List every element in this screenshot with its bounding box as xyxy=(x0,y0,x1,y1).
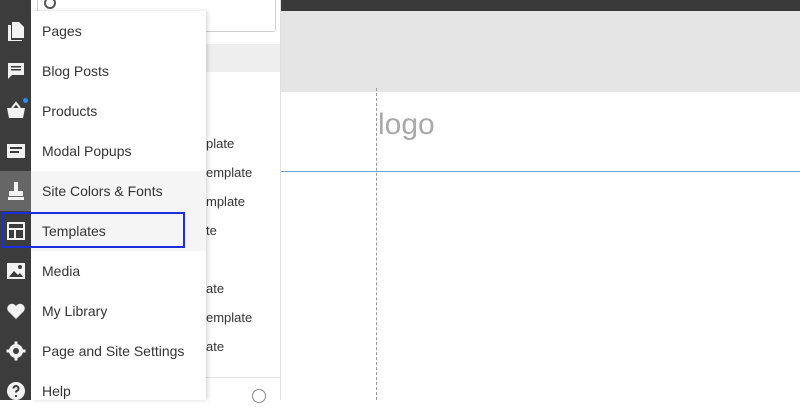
menu-item-site-colors-fonts[interactable]: Site Colors & Fonts xyxy=(31,171,206,211)
template-item[interactable]: emplate xyxy=(206,165,278,180)
menu-item-blog-posts[interactable]: Blog Posts xyxy=(31,51,206,91)
heart-icon[interactable] xyxy=(0,291,31,331)
top-bar xyxy=(280,0,800,11)
menu-item-page-site-settings[interactable]: Page and Site Settings xyxy=(31,331,206,371)
panel-divider xyxy=(206,377,280,378)
media-icon[interactable] xyxy=(0,251,31,291)
pages-icon[interactable] xyxy=(0,11,31,51)
notification-dot xyxy=(23,98,28,103)
logo-placeholder[interactable]: logo xyxy=(378,108,435,142)
template-item[interactable]: te xyxy=(206,223,278,238)
menu-item-my-library[interactable]: My Library xyxy=(31,291,206,331)
template-item[interactable]: ate xyxy=(206,339,278,354)
flyout-menu: Pages Blog Posts Products Modal Popups S… xyxy=(31,11,206,400)
column-guide xyxy=(376,88,377,400)
menu-item-media[interactable]: Media xyxy=(31,251,206,291)
templates-highlight-box xyxy=(1,212,185,248)
menu-item-pages[interactable]: Pages xyxy=(31,11,206,51)
template-item[interactable]: mplate xyxy=(206,194,278,209)
menu-item-modal-popups[interactable]: Modal Popups xyxy=(31,131,206,171)
brush-icon[interactable] xyxy=(0,171,31,211)
page-header-region[interactable] xyxy=(280,11,800,92)
help-icon[interactable] xyxy=(0,371,31,411)
menu-item-products[interactable]: Products xyxy=(31,91,206,131)
info-icon xyxy=(252,389,266,403)
page-canvas[interactable] xyxy=(280,92,800,400)
blog-posts-icon[interactable] xyxy=(0,51,31,91)
template-item[interactable]: ate xyxy=(206,281,278,296)
menu-item-help[interactable]: Help xyxy=(31,371,206,411)
search-icon xyxy=(44,0,56,9)
store-icon[interactable] xyxy=(0,91,31,131)
template-item[interactable]: emplate xyxy=(206,310,278,325)
row-guide xyxy=(206,171,800,172)
settings-icon[interactable] xyxy=(0,331,31,371)
icon-rail xyxy=(0,0,31,400)
templates-panel-header xyxy=(206,44,280,72)
modal-popups-icon[interactable] xyxy=(0,131,31,171)
template-item[interactable]: plate xyxy=(206,136,278,151)
